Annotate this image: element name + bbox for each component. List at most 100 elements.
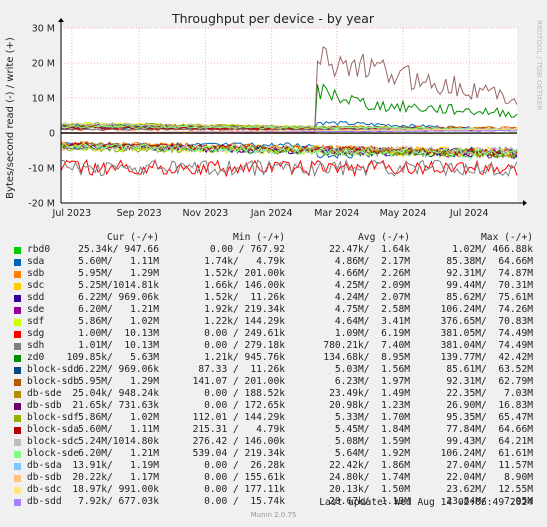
legend-avg: 5.45M/ 1.84M (334, 424, 410, 435)
x-tick-label: Jan 2024 (250, 208, 293, 219)
legend-min: 0.00 / 767.92 (209, 244, 285, 255)
legend-min: 0.00 / 177.11k (204, 484, 285, 495)
legend-max: 376.65M/ 70.83M (440, 316, 533, 327)
x-tick-label: May 2024 (380, 208, 427, 219)
legend-min: 1.92k/ 219.34k (204, 304, 285, 315)
legend-cur: 5.86M/ 1.02M (78, 316, 159, 327)
legend-swatch (14, 427, 21, 434)
legend-name: sda (27, 256, 45, 267)
legend-min: 1.74k/ 4.79k (204, 256, 285, 267)
y-tick-label: -10 M (28, 164, 55, 175)
legend-name: sdg (27, 328, 45, 339)
legend-min: 539.04 / 219.34k (192, 448, 285, 459)
legend-cur: 25.34k/ 947.66 (78, 244, 159, 255)
last-update: Last update: Wed Aug 14 02:06:49 2024 (319, 497, 533, 508)
legend-avg: 4.24M/ 2.07M (334, 292, 410, 303)
legend-swatch (14, 259, 21, 266)
legend-name: db-sdd (27, 496, 62, 507)
legend-avg: 23.49k/ 1.49M (329, 388, 410, 399)
legend-min: 215.31 / 4.79k (192, 424, 285, 435)
legend-name: block-sdf (27, 412, 79, 423)
legend-avg: 22.42k/ 1.86M (329, 460, 410, 471)
legend-header: Cur (-/+) Min (-/+) Avg (-/+) Max (-/+) (0, 232, 547, 244)
legend-row: block-sdb 5.95M/ 1.29M 141.07 / 201.00k 6.2… (0, 376, 547, 388)
legend-name: sde (27, 304, 45, 315)
legend-avg: 1.09M/ 6.19M (334, 328, 410, 339)
legend-max: 27.04M/ 11.57M (446, 460, 533, 471)
x-axis-arrow (523, 200, 527, 206)
legend-avg: 22.47k/ 1.64k (329, 244, 410, 255)
legend-swatch (14, 355, 21, 362)
legend-min: 1.66k/ 146.00k (204, 280, 285, 291)
legend-row: block-sdf 5.86M/ 1.02M 112.01 / 144.29k 5.3… (0, 412, 547, 424)
legend-row: sdb 5.95M/ 1.29M 1.52k/ 201.00k 4.66M/ 2.26… (0, 268, 547, 280)
legend-swatch (14, 271, 21, 278)
legend-avg: 5.08M/ 1.59M (334, 436, 410, 447)
legend-min: 1.52k/ 11.26k (204, 292, 285, 303)
throughput-chart: Throughput per device - by year RRDTOOL … (5, 11, 543, 219)
legend-name: db-sde (27, 388, 62, 399)
legend-cur: 5.95M/ 1.29M (78, 268, 159, 279)
legend-max: 99.43M/ 64.21M (446, 436, 533, 447)
y-tick-label: 20 M (32, 59, 55, 70)
legend-name: sdh (27, 340, 45, 351)
x-tick-label: Jul 2023 (52, 208, 92, 219)
legend-cur: 1.01M/ 10.13M (78, 340, 159, 351)
legend-max: 22.04M/ 8.90M (446, 472, 533, 483)
legend-swatch (14, 391, 21, 398)
header-avg: Avg (-/+) (358, 232, 410, 243)
legend-avg: 4.66M/ 2.26M (334, 268, 410, 279)
legend-max: 85.62M/ 75.61M (446, 292, 533, 303)
legend-cur: 20.22k/ 1.17M (72, 472, 159, 483)
legend-swatch (14, 487, 21, 494)
y-tick-label: 0 (49, 129, 55, 140)
plot-area (61, 28, 517, 203)
legend-row: sde 6.20M/ 1.21M 1.92k/ 219.34k 4.75M/ 2.58… (0, 304, 547, 316)
legend-cur: 5.86M/ 1.02M (78, 412, 159, 423)
legend-min: 1.21k/ 945.76k (204, 352, 285, 363)
header-max: Max (-/+) (481, 232, 533, 243)
legend-avg: 5.33M/ 1.70M (334, 412, 410, 423)
legend-row: db-sdb 21.65k/ 731.63k 0.00 / 172.65k 20.98… (0, 400, 547, 412)
legend-cur: 5.60M/ 1.11M (78, 256, 159, 267)
legend-name: sdb (27, 268, 45, 279)
legend-avg: 6.23M/ 1.97M (334, 376, 410, 387)
legend-row: sdh 1.01M/ 10.13M 0.00 / 279.18k 780.21k/ 7… (0, 340, 547, 352)
legend-min: 0.00 / 155.61k (204, 472, 285, 483)
legend-name: block-sdb (27, 376, 79, 387)
legend-name: db-sdb (27, 400, 62, 411)
legend-max: 26.90M/ 16.83M (446, 400, 533, 411)
legend-min: 276.42 / 146.00k (192, 436, 285, 447)
legend-row: db-sde 25.04k/ 948.24k 0.00 / 188.52k 23.49… (0, 388, 547, 400)
legend-avg: 4.75M/ 2.58M (334, 304, 410, 315)
legend-name: sdf (27, 316, 45, 327)
legend-cur: 1.00M/ 10.13M (78, 328, 159, 339)
legend-cur: 5.25M/1014.81k (78, 280, 159, 291)
legend-cur: 7.92k/ 677.03k (78, 496, 159, 507)
y-axis-arrow (58, 18, 64, 22)
legend-max: 85.38M/ 64.66M (446, 256, 533, 267)
legend-min: 0.00 / 249.61k (204, 328, 285, 339)
legend-swatch (14, 295, 21, 302)
legend-max: 106.24M/ 74.26M (440, 304, 533, 315)
legend-avg: 20.13k/ 1.50M (329, 484, 410, 495)
legend-cur: 13.91k/ 1.19M (72, 460, 159, 471)
legend-cur: 6.20M/ 1.21M (78, 304, 159, 315)
legend-swatch (14, 283, 21, 290)
rrdtool-credit: RRDTOOL / TOBI OETIKER (535, 20, 543, 110)
legend-max: 95.35M/ 65.47M (446, 412, 533, 423)
legend-name: zd0 (27, 352, 45, 363)
legend-avg: 4.64M/ 3.41M (334, 316, 410, 327)
y-tick-label: 10 M (32, 94, 55, 105)
legend-avg: 134.68k/ 8.95M (323, 352, 410, 363)
legend-avg: 780.21k/ 7.40M (323, 340, 410, 351)
legend-min: 1.22k/ 144.29k (204, 316, 285, 327)
legend-swatch (14, 343, 21, 350)
legend-cur: 109.85k/ 5.63M (66, 352, 159, 363)
legend-row: block-sdc 5.24M/1014.80k 276.42 / 146.00k 5… (0, 436, 547, 448)
legend-max: 99.44M/ 70.31M (446, 280, 533, 291)
legend-min: 0.00 / 15.74k (204, 496, 285, 507)
legend-name: db-sdb (27, 472, 62, 483)
x-tick-label: Sep 2023 (117, 208, 162, 219)
legend-swatch (14, 463, 21, 470)
